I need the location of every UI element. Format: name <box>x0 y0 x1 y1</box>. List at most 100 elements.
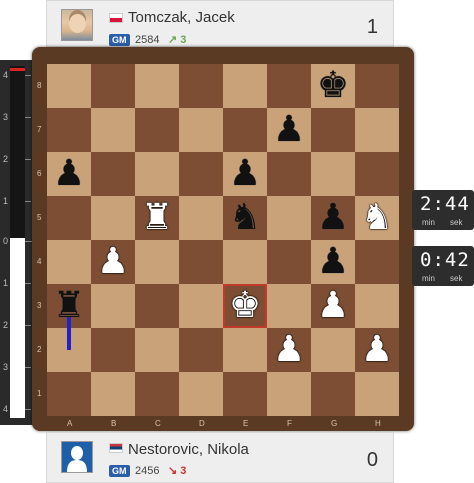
square-a2[interactable] <box>47 328 91 372</box>
square-e4[interactable] <box>223 240 267 284</box>
player-rating: 2456 <box>135 465 160 477</box>
square-b1[interactable] <box>91 372 135 416</box>
square-c3[interactable] <box>135 284 179 328</box>
square-b5[interactable] <box>91 196 135 240</box>
white-rook-piece[interactable]: ♜ <box>135 196 179 240</box>
square-c7[interactable] <box>135 108 179 152</box>
square-g2[interactable] <box>311 328 355 372</box>
square-a4[interactable] <box>47 240 91 284</box>
eval-tick: 3 <box>3 362 9 372</box>
file-label: A <box>67 419 73 428</box>
black-knight-piece[interactable]: ♞ <box>223 196 267 240</box>
file-label: G <box>331 419 338 428</box>
eval-dash <box>25 201 31 202</box>
clock-time: 2:44 <box>420 193 470 215</box>
square-f3[interactable] <box>267 284 311 328</box>
black-rook-piece[interactable]: ♜ <box>47 284 91 328</box>
square-f1[interactable] <box>267 372 311 416</box>
file-label: H <box>375 419 381 428</box>
square-f5[interactable] <box>267 196 311 240</box>
square-d2[interactable] <box>179 328 223 372</box>
player-rating: 2584 <box>135 34 160 46</box>
square-a5[interactable] <box>47 196 91 240</box>
black-king-piece[interactable]: ♚ <box>311 64 355 108</box>
square-b2[interactable] <box>91 328 135 372</box>
eval-tick: 2 <box>3 320 9 330</box>
square-b6[interactable] <box>91 152 135 196</box>
poland-flag-icon <box>109 13 123 23</box>
white-king-piece[interactable]: ♚ <box>223 284 267 328</box>
black-pawn-piece[interactable]: ♟ <box>311 196 355 240</box>
evaluation-bar: 4 3 2 1 0 1 2 3 4 <box>0 60 34 425</box>
white-pawn-piece[interactable]: ♟ <box>311 284 355 328</box>
square-b8[interactable] <box>91 64 135 108</box>
file-label: B <box>111 419 117 428</box>
black-pawn-piece[interactable]: ♟ <box>267 108 311 152</box>
white-pawn-piece[interactable]: ♟ <box>91 240 135 284</box>
square-f8[interactable] <box>267 64 311 108</box>
square-a7[interactable] <box>47 108 91 152</box>
white-pawn-piece[interactable]: ♟ <box>267 328 311 372</box>
square-f6[interactable] <box>267 152 311 196</box>
square-h3[interactable] <box>355 284 399 328</box>
square-c4[interactable] <box>135 240 179 284</box>
square-g7[interactable] <box>311 108 355 152</box>
square-h4[interactable] <box>355 240 399 284</box>
eval-dash <box>25 325 31 326</box>
trend-value: 3 <box>180 34 187 46</box>
square-f4[interactable] <box>267 240 311 284</box>
top-player-bar: Tomczak, Jacek GM 2584 ↗ 3 1 <box>46 0 394 47</box>
square-g6[interactable] <box>311 152 355 196</box>
player-photo <box>61 9 93 41</box>
white-pawn-piece[interactable]: ♟ <box>355 328 399 372</box>
rank-label: 8 <box>37 81 42 90</box>
eval-dash <box>25 117 31 118</box>
player-score: 1 <box>366 16 378 38</box>
black-pawn-piece[interactable]: ♟ <box>311 240 355 284</box>
eval-tick: 4 <box>3 404 9 414</box>
square-c6[interactable] <box>135 152 179 196</box>
square-c8[interactable] <box>135 64 179 108</box>
file-label: C <box>155 419 161 428</box>
square-d3[interactable] <box>179 284 223 328</box>
square-e2[interactable] <box>223 328 267 372</box>
square-d7[interactable] <box>179 108 223 152</box>
square-h7[interactable] <box>355 108 399 152</box>
eval-tick: 1 <box>3 196 9 206</box>
square-d8[interactable] <box>179 64 223 108</box>
clock-time: 0:42 <box>420 249 470 271</box>
square-a8[interactable] <box>47 64 91 108</box>
square-a1[interactable] <box>47 372 91 416</box>
rank-label: 6 <box>37 169 42 178</box>
square-h1[interactable] <box>355 372 399 416</box>
title-badge: GM <box>109 465 130 477</box>
square-b7[interactable] <box>91 108 135 152</box>
eval-dash <box>25 75 31 76</box>
chess-board[interactable]: ♚ ♟ ♟ ♟ ♜ ♞ ♟ ♞ ♟ ♟ ♜ ♚ ♟ ♟ ♟ <box>47 64 399 416</box>
square-d1[interactable] <box>179 372 223 416</box>
rank-label: 2 <box>37 345 42 354</box>
square-d5[interactable] <box>179 196 223 240</box>
black-pawn-piece[interactable]: ♟ <box>223 152 267 196</box>
square-h8[interactable] <box>355 64 399 108</box>
eval-top-marker <box>10 68 25 71</box>
top-clock: 2:44 min sek <box>412 190 474 230</box>
white-knight-piece[interactable]: ♞ <box>355 196 399 240</box>
rating-trend: ↘ 3 <box>168 464 186 477</box>
player-score: 0 <box>366 449 378 471</box>
eval-dash <box>25 409 31 410</box>
square-e8[interactable] <box>223 64 267 108</box>
file-label: E <box>243 419 249 428</box>
square-c1[interactable] <box>135 372 179 416</box>
square-c2[interactable] <box>135 328 179 372</box>
square-g1[interactable] <box>311 372 355 416</box>
square-e1[interactable] <box>223 372 267 416</box>
square-e7[interactable] <box>223 108 267 152</box>
square-b3[interactable] <box>91 284 135 328</box>
eval-dash <box>25 367 31 368</box>
clock-sek-label: sek <box>450 218 463 227</box>
square-d4[interactable] <box>179 240 223 284</box>
square-h6[interactable] <box>355 152 399 196</box>
square-d6[interactable] <box>179 152 223 196</box>
black-pawn-piece[interactable]: ♟ <box>47 152 91 196</box>
